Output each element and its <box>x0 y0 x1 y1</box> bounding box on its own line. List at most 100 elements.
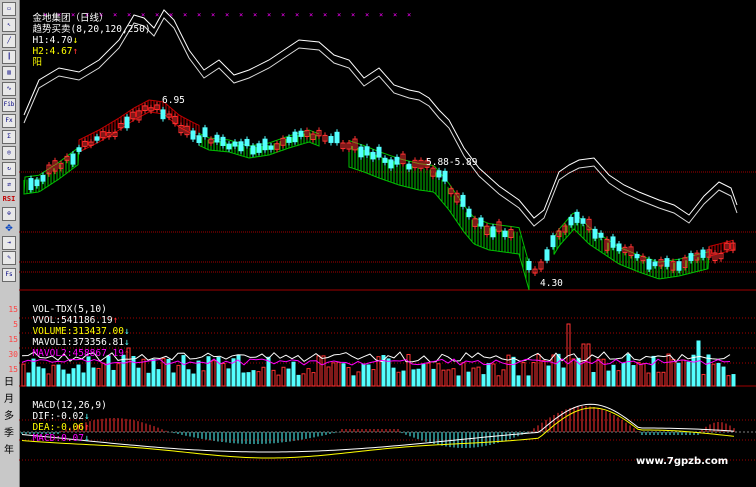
cursor-icon[interactable]: ↖ <box>2 18 16 32</box>
volume-bar <box>246 372 251 387</box>
macd-name: MACD(12,26,9) <box>32 400 107 411</box>
volume-bar <box>346 367 351 387</box>
candle-body <box>262 138 268 151</box>
volume-bar <box>146 372 151 387</box>
vol-axis-label-2: 5 <box>13 320 18 329</box>
candle-body <box>364 146 370 156</box>
function-icon[interactable]: Fs <box>2 268 16 282</box>
volume-bar <box>491 363 496 387</box>
rsi-icon[interactable]: RSI <box>2 193 16 207</box>
candle-body <box>688 253 694 261</box>
main-indicator-header: 金地集团（日线） 趋势买卖(8,20,120,250) H1:4.70↓ H2:… <box>21 2 150 68</box>
volume-bar <box>226 368 231 387</box>
buy-sell-marker: × <box>225 11 229 19</box>
buy-sell-marker: × <box>323 11 327 19</box>
volume-bar <box>351 375 356 387</box>
indicator-icon[interactable]: ∿ <box>2 82 16 96</box>
price-low-label: 4.30 <box>540 278 563 289</box>
candle-body <box>616 243 622 252</box>
vol-axis-label-4: 30 <box>8 350 18 359</box>
volume-bar <box>366 364 371 387</box>
candle-body <box>664 258 670 267</box>
bar-chart-icon[interactable]: ▥ <box>2 66 16 80</box>
candle-body <box>550 235 556 248</box>
volume-bar <box>251 370 256 387</box>
volume-bar <box>641 363 646 387</box>
line-chart-icon[interactable]: ╱ <box>2 34 16 48</box>
volume-bar <box>416 368 421 387</box>
dea-value: -0.06 <box>55 422 84 433</box>
volume-bar <box>311 372 316 387</box>
search-icon[interactable]: ◎ <box>2 146 16 160</box>
volume-bar <box>531 361 536 387</box>
volume-bar <box>341 363 346 387</box>
volume-bar <box>556 353 561 387</box>
volume-bar <box>701 373 706 387</box>
buy-sell-marker: × <box>309 11 313 19</box>
mavol1-label: MAVOL1: <box>32 337 73 348</box>
period-button-quarter[interactable]: 季 <box>2 427 16 441</box>
candle-body <box>292 131 298 143</box>
volume-bar <box>336 361 341 387</box>
period-button-multi[interactable]: 多 <box>2 410 16 424</box>
volume-bar <box>421 364 426 387</box>
buy-sell-marker: × <box>239 11 243 19</box>
volume-bar <box>706 354 711 387</box>
buy-sell-marker: × <box>295 11 299 19</box>
move-icon[interactable]: ✥ <box>2 221 16 235</box>
candle-body <box>160 109 166 120</box>
volume-bar <box>26 372 31 387</box>
export-icon[interactable]: ⇥ <box>2 236 16 250</box>
volume-bar <box>96 367 101 387</box>
volume-bar <box>291 361 296 387</box>
volume-bar <box>471 367 476 387</box>
period-button-year[interactable]: 年 <box>2 444 16 458</box>
mavol1-arrow: ↓ <box>123 337 130 348</box>
volume-bar <box>91 367 96 387</box>
price-mid-label: 5.88-5.89 <box>426 157 478 168</box>
h2-arrow: ↑ <box>72 46 79 57</box>
volume-bar <box>256 371 261 387</box>
h2-value: 4.67 <box>49 46 73 57</box>
period-button-day[interactable]: 日 <box>2 376 16 390</box>
macd-arrow: ↓ <box>83 433 90 444</box>
volume-bar <box>561 367 566 387</box>
candle-body <box>232 141 238 147</box>
volume-bar <box>661 371 666 387</box>
volume-bar <box>76 364 81 387</box>
fibonacci-icon[interactable]: Fib <box>2 98 16 112</box>
compare-icon[interactable]: ⇄ <box>2 178 16 192</box>
select-icon[interactable]: ▭ <box>2 2 16 16</box>
indicator-name: 趋势买卖 <box>32 24 71 35</box>
volume-bar <box>476 366 481 387</box>
stock-chart[interactable]: × × × × × × × × × × × × × × × × × × × × × × × × × × × <box>19 0 756 487</box>
volume-bar <box>496 375 501 387</box>
candle-body <box>490 226 496 238</box>
candle-body <box>250 145 256 155</box>
volume-bar <box>151 359 156 387</box>
buy-sell-marker: × <box>337 11 341 19</box>
dif-arrow: ↓ <box>83 411 90 422</box>
candle-body <box>298 130 304 137</box>
volume-bar <box>536 353 541 387</box>
h2-label: H2: <box>32 46 50 57</box>
zoom-icon[interactable]: ⊕ <box>2 207 16 221</box>
volume-bar <box>181 355 186 387</box>
dif-line <box>21 403 735 453</box>
refresh-icon[interactable]: ↻ <box>2 162 16 176</box>
vvol-value: 541186.19 <box>61 315 113 326</box>
buy-sell-marker: × <box>407 11 411 19</box>
candle-body <box>544 249 550 261</box>
mavol2-value: 458867.19 <box>72 348 124 359</box>
pencil-icon[interactable]: ✎ <box>2 251 16 265</box>
period-button-month[interactable]: 月 <box>2 393 16 407</box>
candlestick-icon[interactable]: ┃ <box>2 50 16 64</box>
formula-icon[interactable]: Σ <box>2 130 16 144</box>
volume-bar <box>201 370 206 387</box>
volume-bar <box>571 358 576 387</box>
macd-panel <box>19 403 756 461</box>
buy-sell-marker: × <box>351 11 355 19</box>
fx-icon[interactable]: Fx <box>2 114 16 128</box>
candle-body <box>610 236 616 248</box>
volume-bar <box>681 359 686 387</box>
